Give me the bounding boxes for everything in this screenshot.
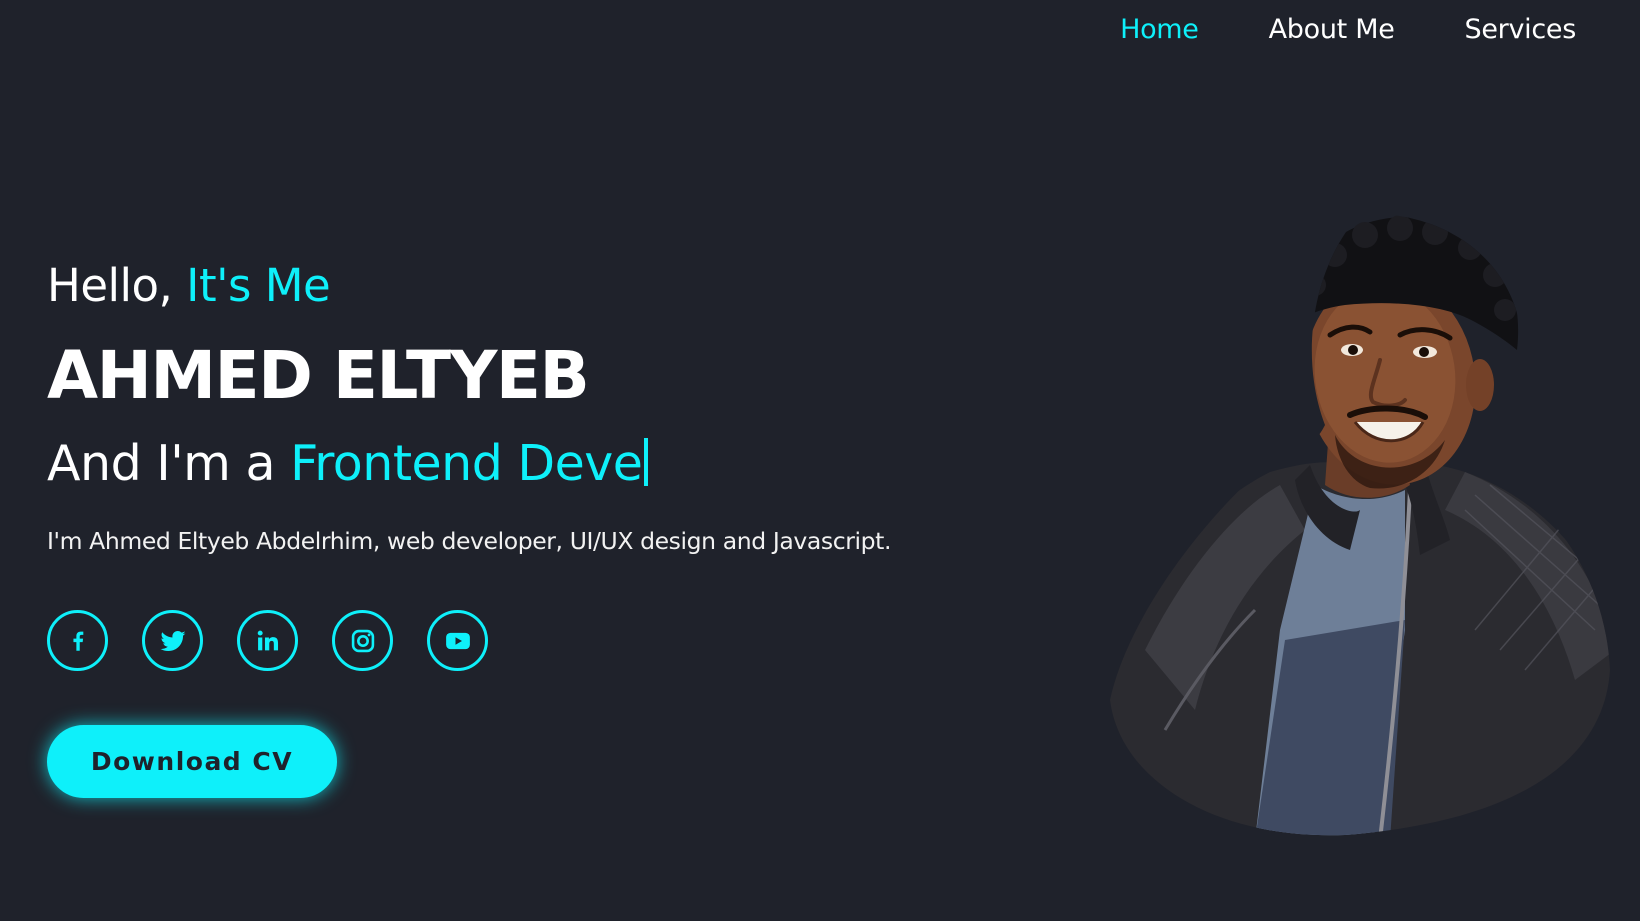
twitter-icon: [159, 630, 185, 651]
social-links: [47, 610, 522, 671]
youtube-link[interactable]: [427, 610, 488, 671]
greeting-heading: Hello, It's Me: [47, 256, 331, 316]
greeting-prefix: Hello,: [47, 259, 187, 312]
intro-text: I'm Ahmed Eltyeb Abdelrhim, web develope…: [47, 527, 892, 555]
linkedin-link[interactable]: [237, 610, 298, 671]
role-typed-text: Frontend Deve: [290, 435, 643, 492]
facebook-link[interactable]: [47, 610, 108, 671]
linkedin-icon: [257, 630, 278, 650]
nav-item-services[interactable]: Services: [1465, 10, 1577, 50]
page: Home About Me Services Hello, It's Me AH…: [0, 0, 1640, 921]
role-heading: And I'm a Frontend Deve: [47, 432, 649, 496]
instagram-icon: [351, 629, 374, 652]
name-heading: AHMED ELTYEB: [47, 337, 590, 414]
download-cv-button[interactable]: Download CV: [47, 725, 337, 798]
nav-item-home[interactable]: Home: [1120, 10, 1199, 50]
typing-cursor: [644, 438, 649, 486]
facebook-icon: [72, 631, 83, 651]
instagram-link[interactable]: [332, 610, 393, 671]
profile-photo: [1110, 215, 1610, 836]
top-nav: Home About Me Services: [1120, 10, 1576, 50]
role-prefix: And I'm a: [47, 435, 291, 492]
youtube-icon: [445, 632, 470, 649]
nav-item-about-me[interactable]: About Me: [1269, 10, 1395, 50]
twitter-link[interactable]: [142, 610, 203, 671]
greeting-accent: It's Me: [186, 259, 331, 312]
